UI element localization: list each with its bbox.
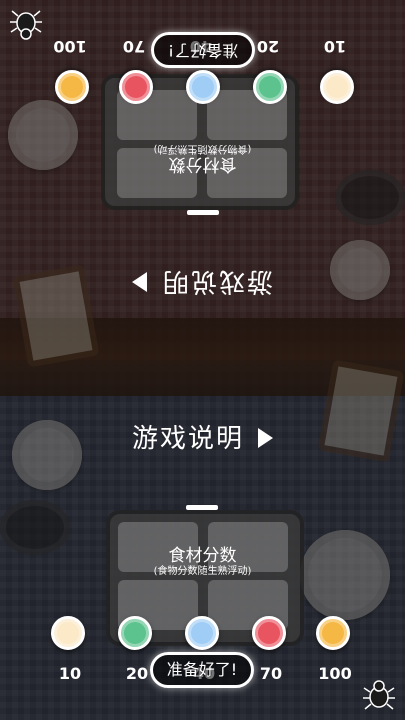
divider-dash — [186, 505, 218, 510]
bug-icon — [363, 680, 395, 710]
token-score: 10 — [58, 664, 82, 683]
ingredient-token — [55, 70, 89, 104]
player1-panel: 游戏说明 食材分数 (食物分数随生熟浮动) 10 20 40 70 100 准备… — [0, 360, 405, 720]
token-score: 10 — [323, 37, 347, 56]
ingredient-token — [118, 616, 152, 650]
ready-button[interactable]: 准备好了! — [150, 652, 254, 688]
ingredient-token — [186, 70, 220, 104]
ingredient-token — [320, 70, 354, 104]
bug-icon — [10, 10, 42, 40]
player2-panel: 游戏说明 食材分数 (食物分数随生熟浮动) 10 20 40 70 100 准备… — [0, 0, 405, 360]
token-score: 100 — [53, 37, 87, 56]
ingredient-token — [252, 616, 286, 650]
ready-button[interactable]: 准备好了! — [151, 32, 255, 68]
triangle-right-icon — [132, 272, 147, 293]
ingredient-token — [316, 616, 350, 650]
ingredient-token — [185, 616, 219, 650]
instructions-button[interactable]: 游戏说明 — [0, 265, 405, 302]
divider-dash — [187, 210, 219, 215]
ingredient-token — [51, 616, 85, 650]
instructions-button[interactable]: 游戏说明 — [0, 418, 405, 455]
ingredient-token — [253, 70, 287, 104]
score-subtitle: (食物分数随生熟浮动) — [153, 566, 252, 577]
ingredient-token — [119, 70, 153, 104]
triangle-right-icon — [258, 427, 273, 448]
token-score: 100 — [318, 664, 352, 683]
instructions-label: 游戏说明 — [161, 266, 274, 296]
instructions-label: 游戏说明 — [131, 424, 244, 454]
score-subtitle: (食物分数随生熟浮动) — [153, 143, 252, 154]
